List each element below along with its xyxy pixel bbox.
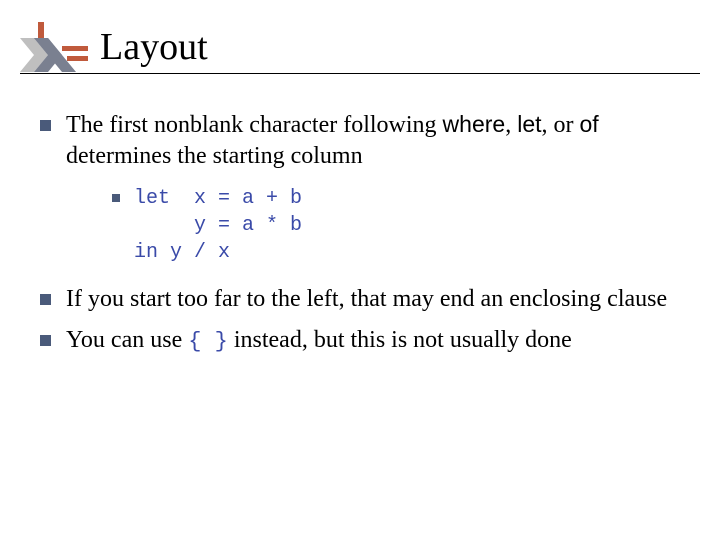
sub-bullet-code: let x = a + b y = a * b in y / x <box>110 185 684 266</box>
code-braces: { } <box>188 329 228 354</box>
text: You can use <box>66 327 188 353</box>
slide-title: Layout <box>100 28 208 66</box>
bullet-item-3: You can use { } instead, but this is not… <box>36 325 684 356</box>
title-divider <box>20 73 700 74</box>
haskell-logo-icon <box>20 22 90 72</box>
text: , <box>505 112 517 138</box>
bullet-item-2: If you start too far to the left, that m… <box>36 284 684 315</box>
keyword-where: where <box>443 111 506 137</box>
title-row: Layout <box>20 22 700 72</box>
bullet-list: The first nonblank character following w… <box>36 110 684 356</box>
keyword-let: let <box>517 111 541 137</box>
text: determines the starting column <box>66 143 363 169</box>
text: instead, but this is not usually done <box>228 327 572 353</box>
text: The first nonblank character following <box>66 112 443 138</box>
bullet-item-1: The first nonblank character following w… <box>36 110 684 266</box>
text: If you start too far to the left, that m… <box>66 286 667 312</box>
sub-bullet-list: let x = a + b y = a * b in y / x <box>66 185 684 266</box>
text: , or <box>542 112 580 138</box>
keyword-of: of <box>580 111 599 137</box>
slide-body: The first nonblank character following w… <box>36 110 684 366</box>
code-block: let x = a + b y = a * b in y / x <box>134 185 684 266</box>
slide: Layout The first nonblank character foll… <box>0 0 720 540</box>
